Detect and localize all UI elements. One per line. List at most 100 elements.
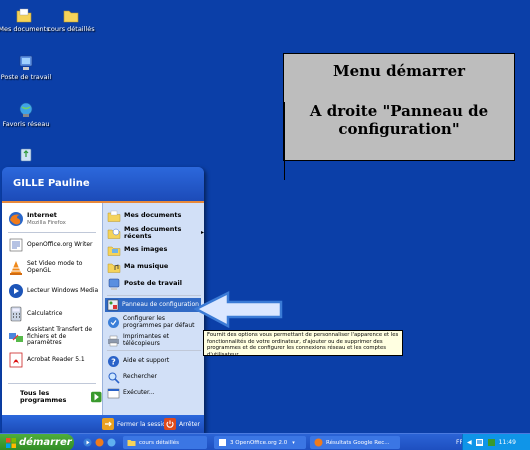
- printer-icon: [108, 335, 119, 347]
- task-label: 3 OpenOffice.org 2.0: [230, 439, 288, 446]
- clock: 11:49: [498, 439, 516, 446]
- all-programs-label: Tous les programmes: [20, 389, 67, 405]
- desktop-icon-poste-de-travail[interactable]: Poste de travail: [0, 54, 56, 82]
- quicklaunch-firefox-icon[interactable]: [95, 438, 104, 447]
- network-tray-icon[interactable]: [475, 438, 484, 447]
- desktop-icon-label: Poste de travail: [0, 73, 52, 81]
- shutdown-button[interactable]: Arrêter: [164, 418, 200, 430]
- right-item-configurer-programmes[interactable]: Configurer les programmes par défaut: [107, 315, 203, 329]
- acrobat-icon: [9, 352, 23, 368]
- recent-item-label: Set Video mode to OpenGL: [27, 260, 83, 274]
- logoff-button[interactable]: Fermer la session: [102, 418, 170, 430]
- start-button[interactable]: démarrer: [0, 434, 74, 450]
- start-menu-footer: Fermer la session Arrêter: [2, 415, 204, 433]
- windows-logo-icon: [6, 437, 16, 448]
- system-tray: ◀ 11:49: [462, 434, 530, 450]
- task-cours-detailles[interactable]: cours détaillés: [123, 436, 207, 449]
- power-icon: [164, 418, 176, 430]
- help-icon: ?: [108, 356, 119, 367]
- recent-item-assistant-transfert[interactable]: Assistant Transfert de fichiers et de pa…: [8, 326, 100, 347]
- annotation-box: Menu démarrer A droite "Panneau de confi…: [283, 53, 515, 180]
- chevron-down-icon: ▾: [292, 439, 295, 446]
- annotation-text: A droite "Panneau de configuration": [309, 102, 489, 138]
- right-item-label: Mes documents récents: [124, 225, 182, 241]
- right-item-label: Rechercher: [123, 373, 157, 381]
- annotation-connector-line: [284, 102, 285, 180]
- recent-item-set-video-mode[interactable]: Set Video mode to OpenGL: [8, 260, 102, 276]
- chevron-left-icon[interactable]: ◀: [467, 439, 472, 446]
- recent-item-label: Acrobat Reader 5.1: [27, 355, 85, 363]
- firefox-icon: [9, 212, 23, 226]
- folder-documents-icon: [16, 8, 32, 23]
- recent-item-lecteur-windows-media[interactable]: Lecteur Windows Media: [8, 283, 98, 299]
- right-item-aide-et-support[interactable]: ? Aide et support: [107, 355, 169, 368]
- recent-item-openoffice-writer[interactable]: OpenOffice.org Writer: [8, 237, 93, 253]
- separator: [107, 295, 201, 296]
- pinned-item-subtitle: Mozilla Firefox: [27, 219, 66, 226]
- separator: [8, 232, 96, 233]
- pictures-folder-icon: [107, 246, 121, 256]
- volume-tray-icon[interactable]: [487, 438, 496, 447]
- start-label: démarrer: [19, 437, 72, 448]
- desktop-icon-recycle-bin[interactable]: [0, 146, 56, 164]
- right-item-label: Configurer les programmes par défaut: [123, 315, 195, 329]
- folder-icon: [63, 10, 79, 23]
- task-label: cours détaillés: [139, 439, 179, 446]
- folder-documents-icon: [107, 210, 121, 222]
- right-item-label: Aide et support: [123, 357, 170, 365]
- right-item-label: Exécuter...: [123, 389, 155, 397]
- right-item-label: Mes documents: [124, 211, 182, 220]
- recent-item-label: Assistant Transfert de fichiers et de pa…: [27, 326, 93, 347]
- right-item-mes-documents[interactable]: Mes documents: [107, 209, 181, 223]
- right-item-imprimantes[interactable]: Imprimantes et télécopieurs: [107, 333, 204, 347]
- network-globe-icon: [19, 102, 33, 117]
- separator: [107, 350, 201, 351]
- right-item-documents-recents[interactable]: Mes documents récents ▸: [107, 225, 204, 241]
- quicklaunch-ie-icon[interactable]: [107, 438, 116, 447]
- recycle-bin-icon: [20, 148, 32, 162]
- desktop-icon-cours-detailles[interactable]: cours détaillés: [41, 6, 101, 34]
- chevron-right-icon: ▸: [200, 228, 204, 236]
- desktop-icon-favoris-reseau[interactable]: Favoris réseau: [0, 101, 56, 129]
- vlc-cone-icon: [10, 261, 22, 275]
- all-programs-button[interactable]: Tous les programmes: [20, 389, 102, 405]
- right-item-label: Mes images: [124, 245, 168, 254]
- task-google[interactable]: Résultats Google Rec...: [310, 436, 400, 449]
- right-item-mes-images[interactable]: Mes images: [107, 243, 167, 257]
- run-icon: [107, 388, 120, 399]
- right-item-panneau-de-configuration[interactable]: Panneau de configuration: [105, 298, 201, 312]
- shutdown-label: Arrêter: [179, 420, 201, 428]
- recent-item-calculatrice[interactable]: Calculatrice: [8, 306, 62, 322]
- right-item-label: Panneau de configuration: [122, 300, 199, 308]
- recent-item-label: OpenOffice.org Writer: [27, 240, 93, 248]
- green-arrow-icon: [91, 391, 102, 403]
- quicklaunch-media-icon[interactable]: [83, 438, 92, 447]
- control-panel-tooltip: Fournit des options vous permettant de p…: [203, 330, 403, 358]
- right-item-executer[interactable]: Exécuter...: [107, 387, 155, 400]
- right-item-poste-de-travail[interactable]: Poste de travail: [107, 277, 182, 291]
- right-item-rechercher[interactable]: Rechercher: [107, 371, 157, 384]
- recent-documents-icon: [107, 228, 121, 239]
- recent-item-acrobat-reader[interactable]: Acrobat Reader 5.1: [8, 352, 85, 368]
- music-folder-icon: [107, 263, 121, 273]
- right-item-label: Poste de travail: [124, 279, 182, 288]
- start-menu-header: GILLE Pauline: [2, 167, 204, 203]
- right-item-ma-musique[interactable]: Ma musique: [107, 260, 168, 274]
- media-player-icon: [9, 284, 23, 298]
- task-openoffice[interactable]: 3 OpenOffice.org 2.0 ▾: [214, 436, 306, 449]
- user-name: GILLE Pauline: [13, 178, 90, 189]
- pinned-item-internet[interactable]: Internet Mozilla Firefox: [8, 211, 66, 227]
- computer-icon: [19, 55, 33, 70]
- calculator-icon: [10, 306, 22, 322]
- taskbar: démarrer cours détaillés 3 OpenOffice.or…: [0, 433, 530, 450]
- writer-icon: [9, 238, 23, 252]
- recent-item-label: Lecteur Windows Media: [27, 286, 99, 294]
- recent-item-label: Calculatrice: [27, 309, 63, 317]
- folder-icon: [127, 440, 136, 446]
- pointer-arrow-icon: [194, 290, 283, 329]
- right-item-label: Imprimantes et télécopieurs: [123, 333, 170, 347]
- start-menu: GILLE Pauline Internet Mozilla Firefox O…: [2, 167, 204, 433]
- annotation-title: Menu démarrer: [332, 62, 466, 80]
- tooltip-text: Fournit des options vous permettant de p…: [207, 332, 399, 358]
- svg-text:?: ?: [111, 358, 116, 367]
